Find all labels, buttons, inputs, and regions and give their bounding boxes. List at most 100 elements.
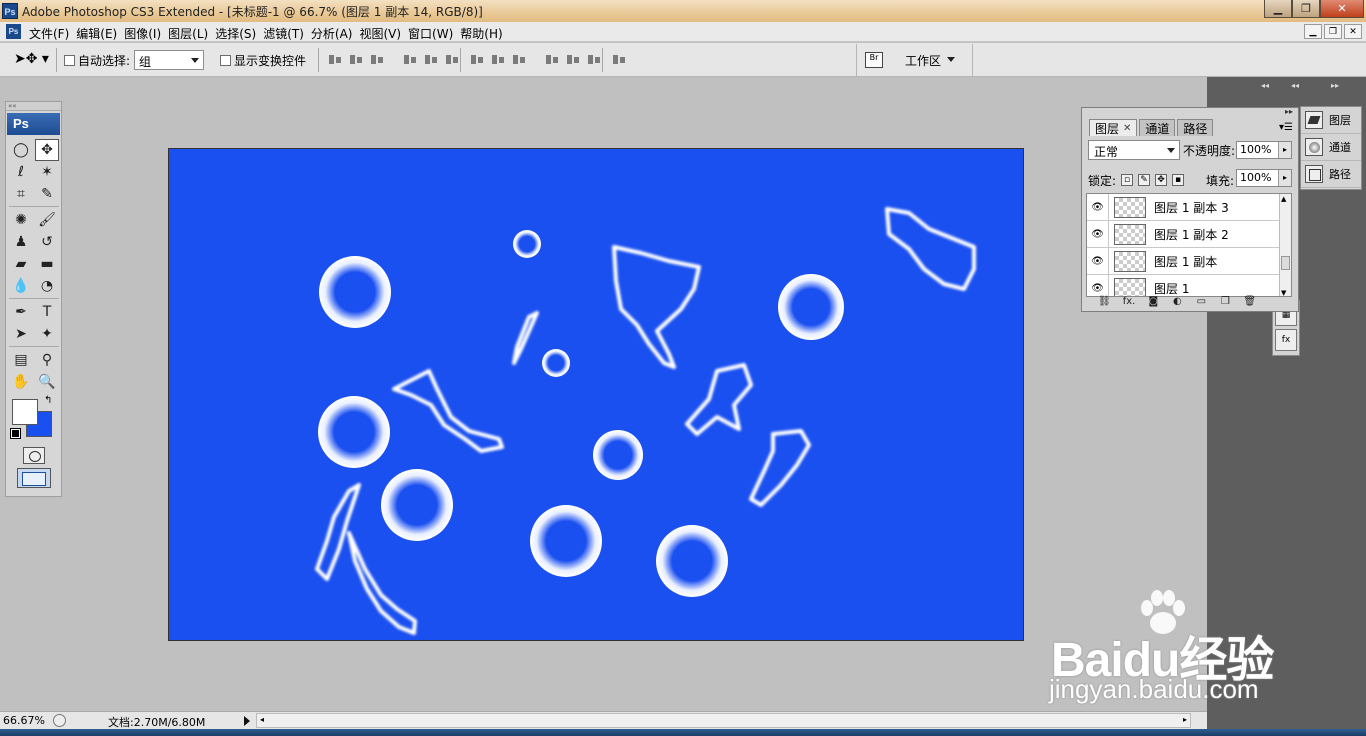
expand-icon[interactable]: ▸▸ (1285, 107, 1293, 116)
layer-row[interactable]: 👁 图层 1 副本 2 (1087, 221, 1291, 248)
status-menu-arrow-icon[interactable] (244, 716, 250, 726)
auto-select-dropdown[interactable]: 组 (134, 50, 204, 70)
menu-view[interactable]: 视图(V) (359, 25, 408, 42)
scroll-right-icon[interactable]: ▸ (1183, 715, 1187, 724)
distribute-horizontal-center-icon[interactable] (566, 53, 581, 66)
document-menu-icon[interactable]: Ps (6, 24, 21, 39)
show-transform-checkbox[interactable]: 显示变换控件 (220, 52, 306, 69)
collapse-icon[interactable]: ◂◂ (1291, 81, 1299, 90)
menu-filter[interactable]: 滤镜(T) (263, 25, 311, 42)
menu-edit[interactable]: 编辑(E) (76, 25, 124, 42)
lock-image-icon[interactable]: ✎ (1138, 174, 1151, 186)
new-group-icon[interactable]: ▭ (1195, 296, 1207, 307)
menu-file[interactable]: 文件(F) (29, 25, 76, 42)
align-horizontal-center-icon[interactable] (424, 53, 439, 66)
add-mask-icon[interactable]: ◙ (1147, 296, 1159, 307)
workspace-menu[interactable]: 工作区 (905, 52, 941, 69)
blur-tool-icon[interactable]: 💧 (9, 275, 33, 297)
visibility-eye-icon[interactable]: 👁 (1087, 248, 1109, 274)
distribute-left-icon[interactable] (545, 53, 560, 66)
distribute-top-icon[interactable] (470, 53, 485, 66)
bridge-icon[interactable]: Br (865, 52, 883, 68)
notes-tool-icon[interactable]: ▤ (9, 349, 33, 371)
swap-colors-icon[interactable]: ↰ (44, 395, 52, 406)
tab-paths[interactable]: 路径 (1177, 119, 1214, 136)
doc-close-button[interactable]: ✕ (1344, 24, 1362, 39)
tab-channels[interactable]: 通道 (1139, 119, 1176, 136)
photoshop-app-icon[interactable]: Ps (2, 3, 18, 19)
align-bottom-icon[interactable] (370, 53, 385, 66)
visibility-eye-icon[interactable]: 👁 (1087, 194, 1109, 220)
lock-transparency-icon[interactable]: ▫ (1121, 174, 1134, 186)
move-tool-preset-icon[interactable]: ➤✥ ▾ (14, 51, 49, 67)
layer-row[interactable]: 👁 图层 1 副本 (1087, 248, 1291, 275)
panel-menu-icon[interactable]: ▾☰ (1279, 122, 1293, 133)
distribute-bottom-icon[interactable] (512, 53, 527, 66)
opacity-input[interactable]: 100% ▸ (1236, 141, 1292, 159)
dock-channels-button[interactable]: 通道 (1301, 134, 1361, 161)
menu-select[interactable]: 选择(S) (215, 25, 263, 42)
expand-icon[interactable]: ▸▸ (1331, 81, 1339, 90)
crop-tool-icon[interactable]: ⌗ (9, 183, 33, 205)
new-layer-icon[interactable]: ❐ (1219, 296, 1231, 307)
hand-tool-icon[interactable]: ✋ (9, 371, 33, 393)
menu-help[interactable]: 帮助(H) (460, 25, 509, 42)
slice-tool-icon[interactable]: ✎ (35, 183, 59, 205)
magic-wand-tool-icon[interactable]: ✶ (35, 161, 59, 183)
screen-mode-button[interactable] (16, 468, 51, 488)
distribute-vertical-center-icon[interactable] (491, 53, 506, 66)
elliptical-marquee-tool-icon[interactable]: ◯ (9, 139, 33, 161)
align-right-icon[interactable] (445, 53, 460, 66)
menu-layer[interactable]: 图层(L) (168, 25, 215, 42)
layer-list-scrollbar[interactable]: ▲ ▼ (1279, 194, 1291, 296)
path-selection-tool-icon[interactable]: ➤ (9, 323, 33, 345)
lock-all-icon[interactable]: ▪ (1172, 174, 1185, 186)
canvas-artwork[interactable] (169, 149, 1024, 641)
dock-paths-button[interactable]: 路径 (1301, 161, 1361, 188)
doc-minimize-button[interactable]: ▁ (1304, 24, 1322, 39)
minimize-button[interactable]: ▁ (1264, 0, 1292, 18)
link-layers-icon[interactable]: ⛓ (1098, 296, 1111, 307)
scroll-thumb[interactable] (1281, 256, 1290, 270)
chevron-right-icon[interactable]: ▸ (1278, 142, 1291, 158)
gradient-tool-icon[interactable]: ▬ (35, 253, 59, 275)
status-info-icon[interactable] (53, 714, 66, 727)
layer-row[interactable]: 👁 图层 1 副本 3 (1087, 194, 1291, 221)
layer-style-fx-icon[interactable]: fx. (1123, 296, 1136, 307)
clone-stamp-tool-icon[interactable]: ♟ (9, 231, 33, 253)
checkbox-box[interactable] (220, 55, 231, 66)
scroll-up-icon[interactable]: ▲ (1281, 195, 1286, 203)
default-colors-icon[interactable] (10, 428, 21, 439)
menu-image[interactable]: 图像(I) (124, 25, 168, 42)
lasso-tool-icon[interactable]: ℓ (9, 161, 33, 183)
styles-fx-icon[interactable]: fx (1275, 329, 1297, 351)
align-top-icon[interactable] (328, 53, 343, 66)
scroll-left-icon[interactable]: ◂ (260, 715, 264, 724)
fill-input[interactable]: 100% ▸ (1236, 169, 1292, 187)
doc-restore-button[interactable]: ❐ (1324, 24, 1342, 39)
close-icon[interactable]: ✕ (1123, 123, 1131, 134)
quick-mask-button[interactable] (22, 447, 45, 464)
custom-shape-tool-icon[interactable]: ✦ (35, 323, 59, 345)
zoom-level[interactable]: 66.67% (3, 714, 45, 727)
zoom-tool-icon[interactable]: 🔍 (35, 371, 59, 393)
healing-brush-tool-icon[interactable]: ✺ (9, 209, 33, 231)
horizontal-scrollbar[interactable]: ◂ ▸ (256, 713, 1191, 728)
ps-logo[interactable]: Ps (7, 113, 60, 135)
eraser-tool-icon[interactable]: ▰ (9, 253, 33, 275)
eyedropper-tool-icon[interactable]: ⚲ (35, 349, 59, 371)
distribute-right-icon[interactable] (587, 53, 602, 66)
brush-tool-icon[interactable]: 🖌 (35, 209, 59, 231)
menu-analysis[interactable]: 分析(A) (311, 25, 360, 42)
history-brush-tool-icon[interactable]: ↺ (35, 231, 59, 253)
tab-layers[interactable]: 图层 ✕ (1089, 119, 1138, 136)
type-tool-icon[interactable]: T (35, 301, 59, 323)
dock-layers-button[interactable]: 图层 (1301, 107, 1361, 134)
checkbox-box[interactable] (64, 55, 75, 66)
align-left-icon[interactable] (403, 53, 418, 66)
lock-position-icon[interactable]: ✥ (1155, 174, 1168, 186)
panel-grip[interactable]: «« (6, 102, 61, 111)
pen-tool-icon[interactable]: ✒ (9, 301, 33, 323)
delete-layer-icon[interactable]: 🗑 (1243, 296, 1256, 307)
foreground-color-swatch[interactable] (12, 399, 38, 425)
